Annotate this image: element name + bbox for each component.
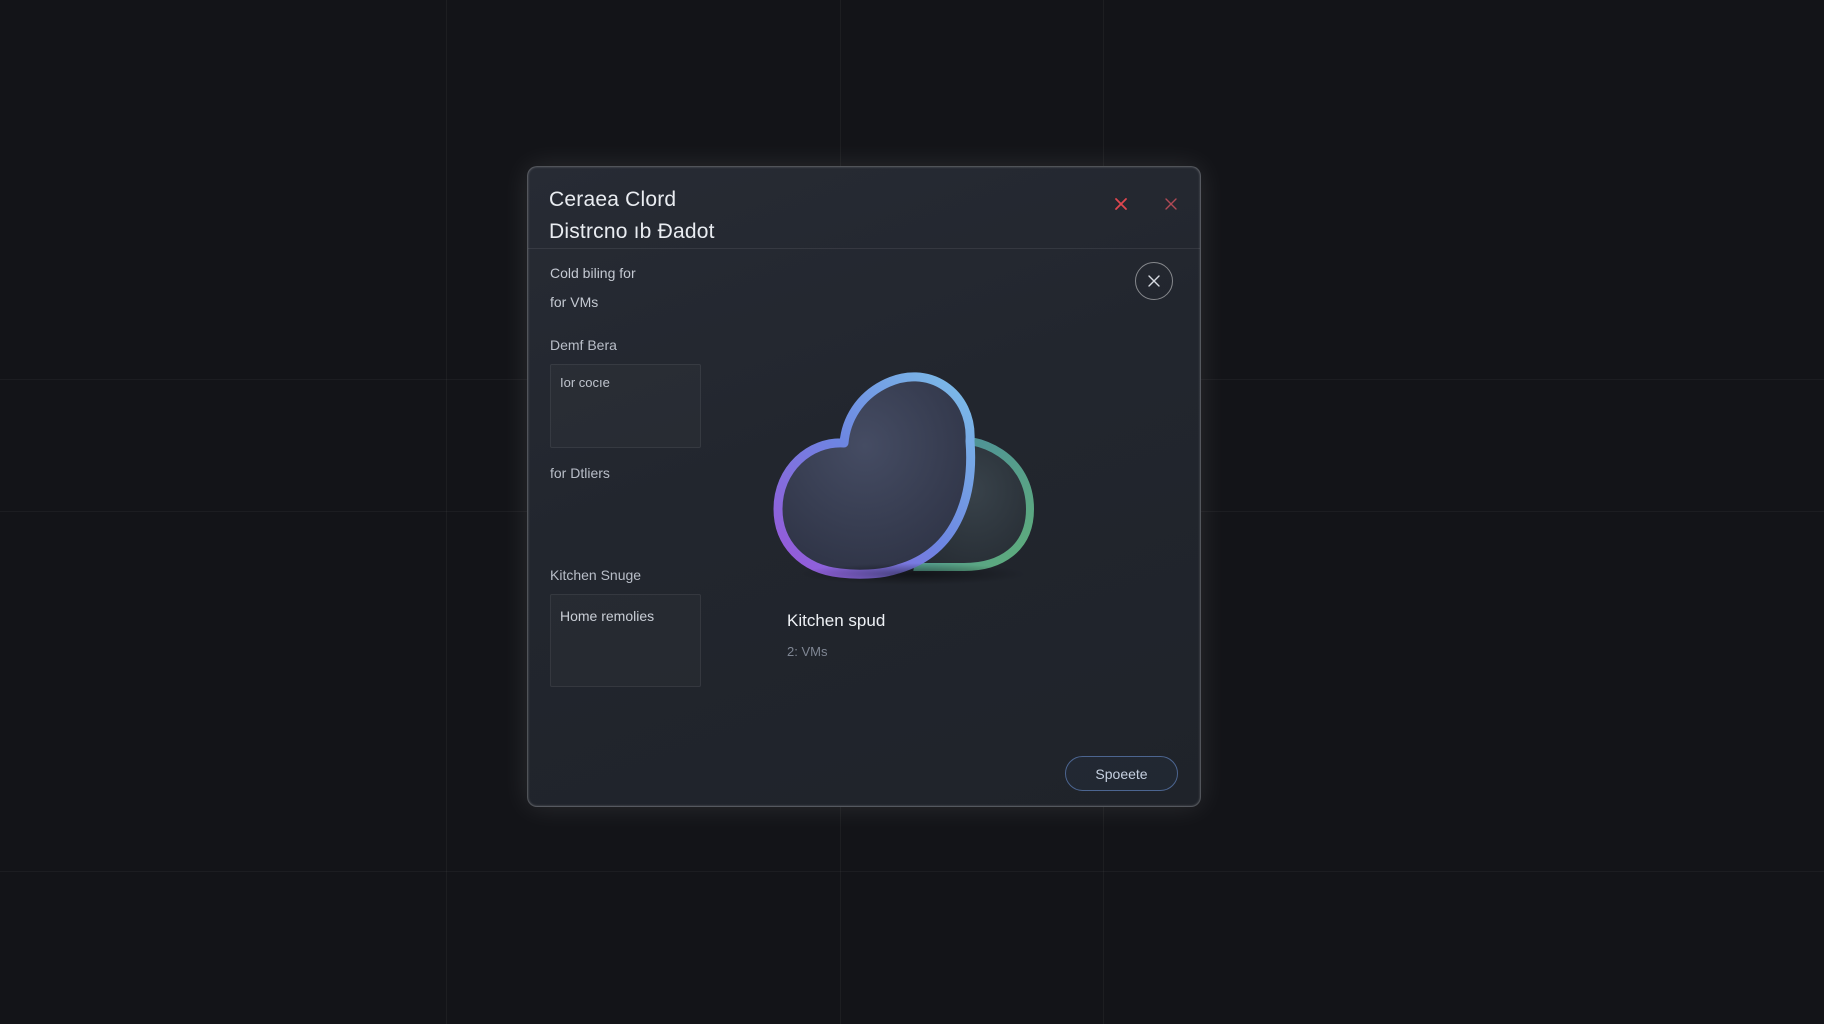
sidebar-description: Cold biling for for VMs — [550, 259, 636, 317]
cloud-shadow — [798, 563, 1028, 585]
sidebar-line1: Cold biling for — [550, 265, 636, 281]
close-icon — [1165, 198, 1177, 210]
sidebar-line2: for VMs — [550, 294, 599, 310]
field2-label: Kitchen Snuge — [550, 567, 642, 583]
close-icon — [1148, 275, 1160, 287]
dialog-title-line1: Ceraea Clord — [549, 188, 677, 211]
cloud-illustration — [768, 363, 1058, 593]
field2-value: Home remolies — [560, 608, 655, 624]
field1-value: Ior cocıe — [560, 375, 610, 390]
dialog-title-line2: Distrcno ıb Ðadot — [549, 220, 715, 243]
resource-name: Kitchen spud — [787, 611, 886, 630]
cloud-dialog: Ceraea Clord Distrcno ıb Ðadot Cold bili… — [527, 166, 1201, 807]
field2-input[interactable]: Home remolies — [550, 594, 701, 687]
dialog-header: Ceraea Clord Distrcno ıb Ðadot — [528, 167, 1200, 249]
close-button[interactable] — [1156, 189, 1186, 219]
action-button-label: Spoeete — [1095, 765, 1148, 782]
action-button[interactable]: Spoeete — [1065, 756, 1178, 791]
cloud-icon — [773, 372, 1035, 579]
field1-input[interactable]: Ior cocıe — [550, 364, 701, 448]
dialog-title: Ceraea Clord Distrcno ıb Ðadot — [549, 184, 715, 248]
dismiss-button[interactable] — [1106, 189, 1136, 219]
circle-close-button[interactable] — [1135, 262, 1173, 300]
section-text: for Dtliers — [550, 465, 610, 481]
grid-line — [0, 871, 1824, 872]
field1-label: Demf Bera — [550, 337, 617, 353]
resource-subtitle: 2: VMs — [787, 644, 828, 659]
close-icon — [1115, 198, 1127, 210]
